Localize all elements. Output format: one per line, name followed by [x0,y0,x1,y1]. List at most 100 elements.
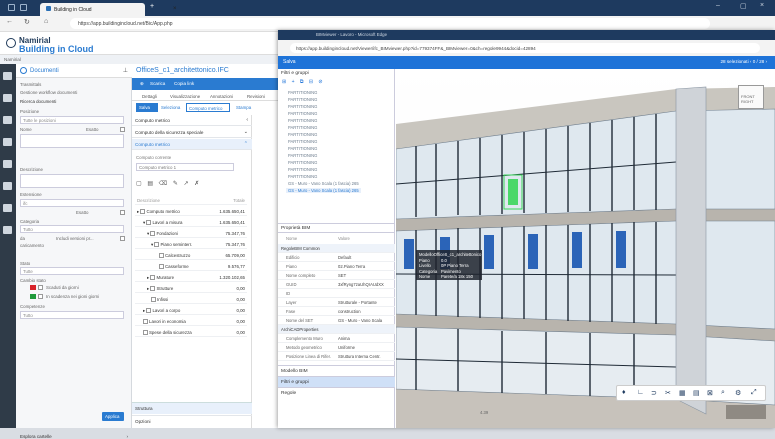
tab-visualizzazione[interactable]: Visualizzazione [170,94,200,99]
struttura-item[interactable]: Struttura [132,402,252,414]
tree-item[interactable]: PARTITIONING [288,132,317,137]
esplora-cartelle[interactable]: Esplora cartelle › [20,434,128,439]
salva-button[interactable]: Salva [136,103,158,112]
table-row[interactable]: ▸ Lavori a corpo 0,00 [135,305,247,315]
scaduti-checkbox[interactable] [38,285,43,290]
modello-bim-item[interactable]: Modello BIM [278,365,395,376]
back-icon[interactable]: ← [6,18,13,25]
scarica-button[interactable]: Scarica [150,81,165,86]
nav-cube[interactable]: FRONT RIGHT [738,85,764,109]
tree-item[interactable]: PARTITIONING [288,118,317,123]
tools-icon[interactable] [3,226,12,234]
filter-toolbar[interactable]: ⊞ + ⧉ ⊟ ⊘ [282,79,325,85]
explode-icon[interactable]: ✂ [665,389,671,397]
workflow-link[interactable]: Gestione workflow documenti [20,90,77,95]
grid-toolbar[interactable]: ▢ ▤ ⌫ ✎ ↗ ✗ [136,180,201,187]
tab-dettagli[interactable]: Dettagli [142,94,157,99]
tree-item[interactable]: PARTITIONING [288,146,317,151]
table-row[interactable]: Casseforme 9.576,77 [135,261,247,271]
tag-icon[interactable] [3,204,12,212]
computo-item[interactable]: Computo metrico ‹ [132,115,252,126]
competenze-select[interactable]: Tutto [20,311,124,319]
descrizione-field[interactable] [20,174,124,188]
tree-item[interactable]: PARTITIONING [288,160,317,165]
list-icon[interactable] [3,138,12,146]
model-browser-icon[interactable]: ▦ [679,389,686,397]
tab-annotazioni[interactable]: Annotazioni [210,94,233,99]
table-row[interactable]: ▸ Strutture 0,00 [135,283,247,293]
close-tab-icon[interactable]: × [173,6,177,12]
filtri-gruppi-header[interactable]: Filtri e gruppi [278,69,395,79]
properties-icon[interactable]: ▤ [693,389,700,397]
walk-icon[interactable]: ♦ [622,389,626,396]
documents-header[interactable]: Documenti ⊥ [16,64,132,78]
model-icon[interactable] [3,182,12,190]
table-row[interactable]: Calcestruzzo 65.709,00 [135,250,247,260]
filtri-gruppi-item[interactable]: Filtri e gruppi [278,376,395,387]
table-row[interactable]: ▾ Piano seminterr. 75.347,76 [135,239,247,249]
applica-button[interactable]: Applica [102,412,124,421]
opzioni-item[interactable]: Opzioni [132,415,252,427]
tree-item[interactable]: PARTITIONING [288,153,317,158]
close-window-icon[interactable]: × [760,2,764,9]
tree-item[interactable]: PARTITIONING [288,111,317,116]
table-row[interactable]: ▾ Lavori a misura 1.635.650,41 [135,217,247,227]
prop-section[interactable]: RegoleBIM Common [278,244,395,253]
posizione-select[interactable]: Tutte le posizioni [20,116,124,124]
table-row[interactable]: Lavori in economia 0,00 [135,316,247,326]
tree-item[interactable]: PARTITIONING [288,97,317,102]
tree-item[interactable]: PARTITIONING [288,167,317,172]
pin-icon[interactable]: ⊥ [123,67,128,74]
table-row[interactable]: Spese della sicurezza 0,00 [135,327,247,337]
stampa-button[interactable]: Stampa [236,105,251,110]
tree-item[interactable]: PARTITIONING [288,90,317,95]
esatto-checkbox[interactable] [120,127,125,132]
tree-item[interactable]: PARTITIONING [288,104,317,109]
seleziona-select[interactable]: Computo metrico [186,103,230,112]
browser-tab[interactable]: Building in Cloud × [40,3,177,16]
fullscreen-icon[interactable]: ⤢ [751,389,757,397]
tree-item[interactable]: PARTITIONING [288,125,317,130]
section-icon[interactable]: ⊃ [651,389,657,397]
home-icon[interactable]: ⌂ [44,18,48,25]
table-row[interactable]: ▾ Fondazioni 75.347,76 [135,228,247,238]
regole-item[interactable]: Regole [278,387,395,398]
measure-icon[interactable]: ∟ [637,389,644,396]
url-field[interactable]: https://app.buildingincloud.net/Bic/App.… [70,18,710,29]
profile-icon[interactable] [8,4,15,11]
proprieta-header[interactable]: Proprietà BIM [278,223,395,233]
transmittals-link[interactable]: Trasmittals [20,82,41,87]
tab-revisioni[interactable]: Revisioni [247,94,265,99]
bim-salva-button[interactable]: Salva [283,59,296,65]
refresh-icon[interactable]: ↻ [24,18,30,26]
zoom-icon[interactable]: ⊠ [707,389,713,397]
copia-link-button[interactable]: Copia link [174,81,194,86]
search-icon[interactable]: ⌕ [721,389,725,397]
3d-viewport[interactable]: FRONT RIGHT Modello OfficeS_c1_architetto… [396,69,775,428]
tree-item[interactable]: PARTITIONING [288,139,317,144]
table-row[interactable]: Infissi 0,00 [135,294,247,304]
workspaces-icon[interactable] [20,4,27,11]
tree-item-selected[interactable]: GS - Muro - Vano Scala (1 fascia) 265 [286,188,361,193]
sicurezza-item[interactable]: Computo della sicurezza speciale ⌄ [132,127,252,138]
file-icon[interactable] [3,116,12,124]
table-row[interactable]: ▸ Murature 1.320.102,65 [135,272,247,282]
computo-corrente-select[interactable]: Computo metrico 1 [136,163,234,171]
people-icon[interactable] [3,94,12,102]
esatto2-checkbox[interactable] [120,210,125,215]
incluse-checkbox[interactable] [120,236,125,241]
pager[interactable]: 0 / 28 [753,59,765,64]
warning-icon[interactable] [3,160,12,168]
new-tab-icon[interactable]: + [150,3,154,10]
stato-select[interactable]: Tutte [20,267,124,275]
nome-field[interactable] [20,134,124,148]
download-icon[interactable]: ⊕ [140,81,144,87]
maximize-icon[interactable]: ▢ [740,2,747,10]
tree-item[interactable]: GS - Muro - Vano Scala (1 fascia) 265 [288,181,359,186]
ricerca-documenti[interactable]: Ricerca documenti [20,99,56,104]
computo-active-item[interactable]: Computo metrico ⌃ [132,139,252,150]
prop-section[interactable]: ArchiCADProperties [278,325,395,334]
minimize-icon[interactable]: – [716,2,720,9]
documents-icon[interactable] [3,72,12,80]
tree-item[interactable]: PARTITIONING [288,174,317,179]
